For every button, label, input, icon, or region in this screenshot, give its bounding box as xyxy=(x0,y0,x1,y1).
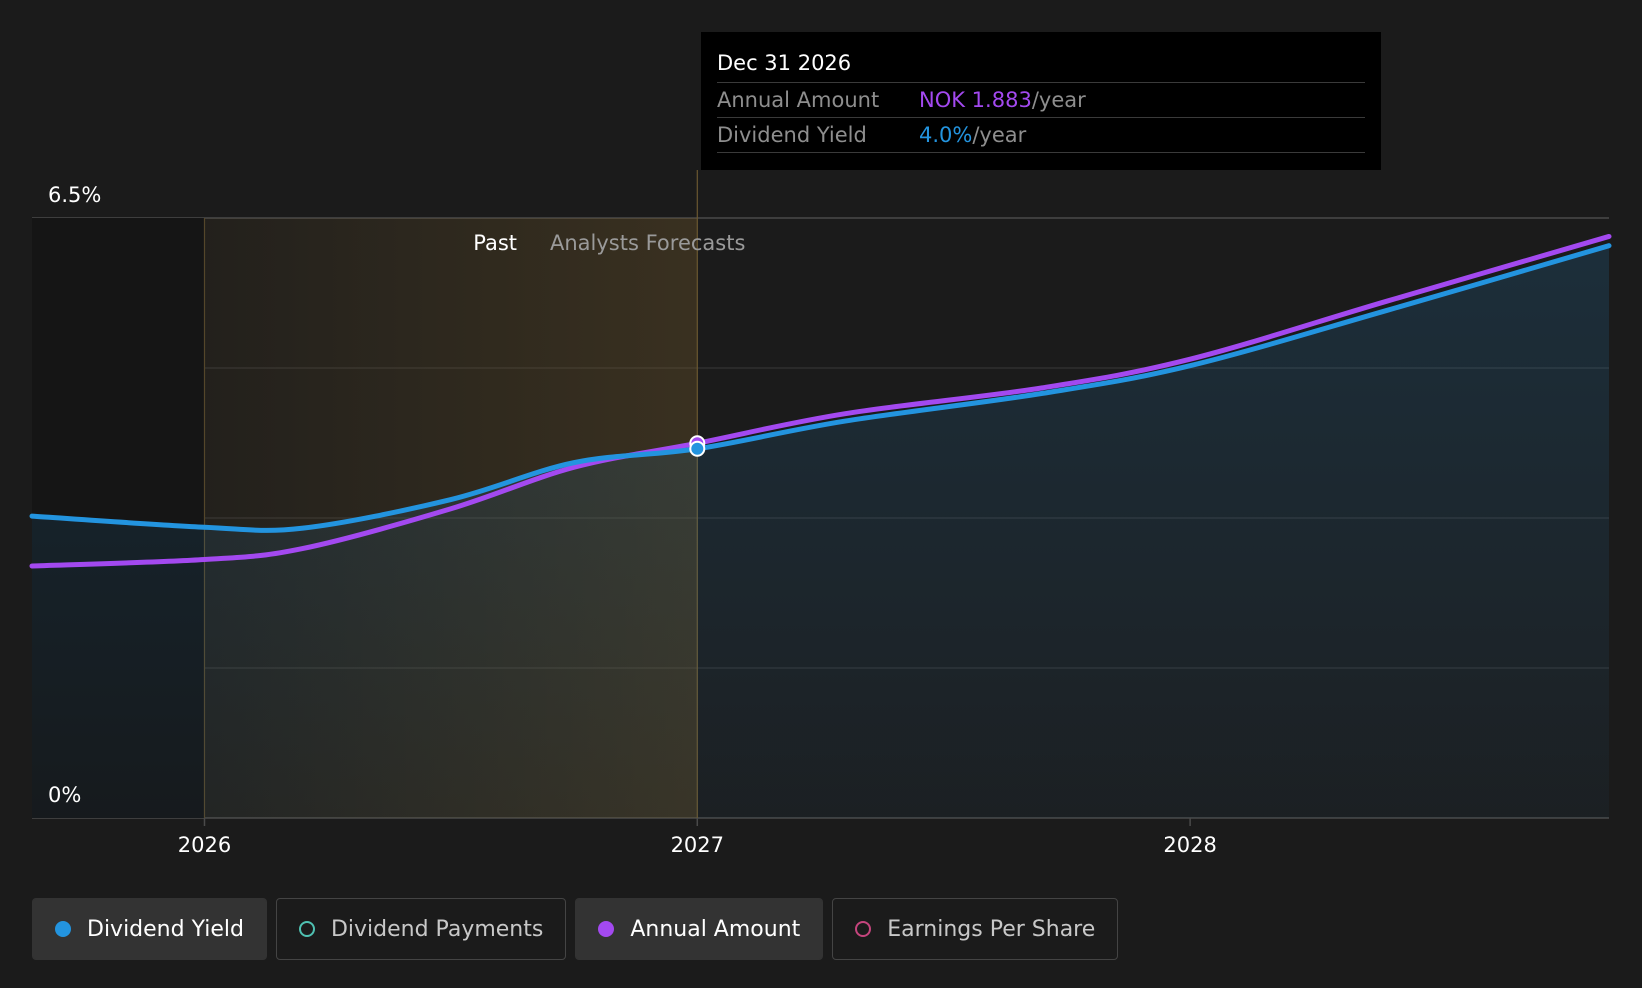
tooltip-value: 4.0% xyxy=(919,123,973,147)
legend-label: Dividend Yield xyxy=(87,916,244,942)
tooltip-date: Dec 31 2026 xyxy=(717,48,1365,83)
tooltip-markers xyxy=(689,435,706,457)
x-tick-label: 2028 xyxy=(1163,833,1216,857)
legend-earnings-per-share[interactable]: Earnings Per Share xyxy=(832,898,1119,960)
legend-dot-icon xyxy=(598,921,615,937)
tooltip-label: Annual Amount xyxy=(717,88,880,112)
y-axis-top-label: 6.5% xyxy=(48,183,101,207)
tooltip-row-annual-amount: Annual Amount NOK 1.883 /year xyxy=(717,83,1365,118)
x-axis-ticks: 2026 2027 2028 xyxy=(178,818,1217,857)
tooltip-unit: /year xyxy=(1031,88,1086,112)
legend-dividend-payments[interactable]: Dividend Payments xyxy=(275,898,567,960)
legend-ring-icon xyxy=(855,921,872,937)
forecast-label: Analysts Forecasts xyxy=(550,231,745,255)
tooltip-unit: /year xyxy=(972,123,1027,147)
legend-label: Annual Amount xyxy=(630,916,801,942)
legend-label: Dividend Payments xyxy=(330,916,544,942)
y-axis-bottom-label: 0% xyxy=(48,783,81,807)
x-tick-label: 2027 xyxy=(671,833,724,857)
tooltip-row-dividend-yield: Dividend Yield 4.0% /year xyxy=(717,118,1365,153)
legend-label: Earnings Per Share xyxy=(887,916,1096,942)
marker-dividend-yield xyxy=(689,440,706,457)
x-tick-label: 2026 xyxy=(178,833,231,857)
legend-dot-icon xyxy=(55,921,71,937)
tooltip-value: NOK 1.883 xyxy=(919,88,1032,112)
chart-tooltip: Dec 31 2026 Annual Amount NOK 1.883 /yea… xyxy=(701,32,1381,170)
legend-annual-amount[interactable]: Annual Amount xyxy=(575,898,824,960)
legend-ring-icon xyxy=(298,921,315,937)
chart-legend: Dividend Yield Dividend Payments Annual … xyxy=(32,898,1119,960)
past-label: Past xyxy=(473,231,517,255)
tooltip-label: Dividend Yield xyxy=(717,123,867,147)
legend-dividend-yield[interactable]: Dividend Yield xyxy=(32,898,267,960)
